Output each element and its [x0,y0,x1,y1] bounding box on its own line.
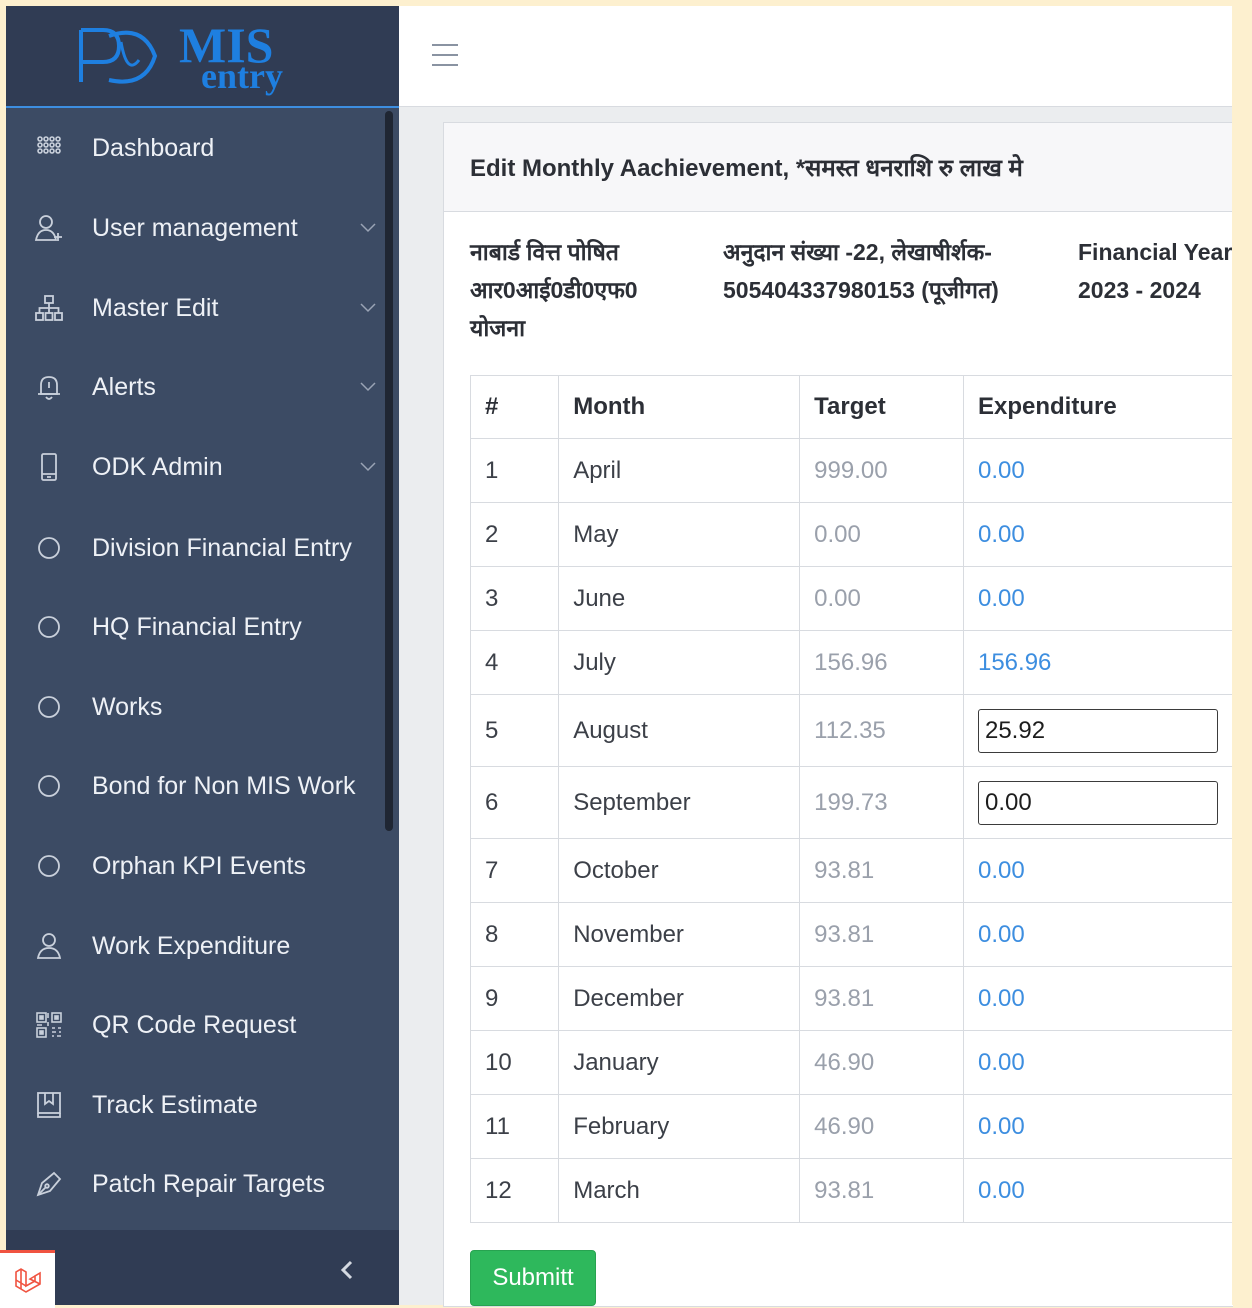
expenditure-link[interactable]: 0.00 [978,1177,1025,1204]
circle-icon [6,694,92,720]
expenditure-link[interactable]: 0.00 [978,985,1025,1012]
sidebar-item-label: Master Edit [92,293,219,322]
grant-info: अनुदान संख्या -22, लेखाषीर्शक- 505404337… [723,239,999,303]
submit-button[interactable]: Submitt [470,1250,596,1306]
hamburger-icon[interactable] [432,44,458,66]
table-row: 2 May 0.00 0.00 [469,502,1234,567]
sidebar-item-division-financial-entry[interactable]: Division Financial Entry [6,508,388,588]
expenditure-link[interactable]: 0.00 [978,521,1025,548]
sidebar-item-label: ODK Admin [92,452,223,481]
laravel-icon[interactable] [0,1250,55,1308]
circle-icon [6,535,92,561]
grid-icon [6,133,92,163]
sidebar-item-label: Division Financial Entry [92,533,352,562]
column-header: Expenditure [962,375,1234,439]
expenditure-link[interactable]: 0.00 [978,857,1025,884]
table-row: 9 December 93.81 0.00 [469,966,1234,1031]
sidebar-item-works[interactable]: Works [6,667,388,747]
mobile-icon [6,452,92,482]
chevron-left-icon [340,1260,353,1280]
achievement-table: # Month Target Expenditure 1 April 999.00… [469,375,1234,1223]
user-plus-icon [6,213,92,243]
expenditure-input[interactable] [977,780,1218,825]
sidebar-item-odk-admin[interactable]: ODK Admin [6,427,388,507]
chevron-down-icon [348,462,388,472]
sidebar-item-track-estimate[interactable]: Track Estimate [6,1065,388,1145]
sidebar-item-qr-code-request[interactable]: QR Code Request [6,985,388,1065]
chevron-down-icon [348,303,388,313]
sidebar-item-label: Orphan KPI Events [92,851,307,880]
table-row: 8 November 93.81 0.00 [469,902,1234,967]
table-row: 11 February 46.90 0.00 [469,1094,1234,1159]
sidebar-item-orphan-kpi-events[interactable]: Orphan KPI Events [6,826,388,906]
sitemap-icon [6,293,92,323]
sidebar-item-label: Alerts [92,372,156,401]
column-header: # [469,375,560,439]
right-border [1232,0,1252,1305]
sidebar-scrollbar[interactable] [385,111,393,831]
table-row: 3 June 0.00 0.00 [469,566,1234,631]
table-header-row: # Month Target Expenditure [469,375,1234,439]
circle-icon [6,853,92,879]
table-row: 12 March 93.81 0.00 [469,1158,1234,1223]
sidebar-item-master-edit[interactable]: Master Edit [6,268,388,348]
sidebar-item-label: Dashboard [92,133,215,162]
sidebar-item-label: Track Estimate [92,1090,258,1119]
monthly-achievement-card: Edit Monthly Aachievement, *समस्त धनराशि… [443,122,1234,1307]
user-icon [6,931,92,961]
sidebar-item-dashboard[interactable]: Dashboard [6,108,388,188]
sidebar-item-label: QR Code Request [92,1010,297,1039]
logo-sub: entry [201,56,283,96]
sidebar-item-label: User management [92,213,298,242]
sidebar-item-label: Patch Repair Targets [92,1169,325,1198]
circle-icon [6,773,92,799]
pen-icon [6,1169,92,1199]
sidebar-item-label: Bond for Non MIS Work [92,771,356,800]
financial-year: Financial Year 2023 - 2024 [1078,239,1233,303]
table-row: 4 July 156.96 156.96 [469,630,1234,695]
sidebar-item-work-expenditure[interactable]: Work Expenditure [6,906,388,986]
table-row: 5 August 112.35 [469,694,1234,767]
sidebar-item-alerts[interactable]: Alerts [6,347,388,427]
brand-logo[interactable]: MIS entry [6,6,399,108]
expenditure-link[interactable]: 0.00 [978,921,1025,948]
circle-icon [6,614,92,640]
expenditure-link[interactable]: 0.00 [978,457,1025,484]
sidebar-item-hq-financial-entry[interactable]: HQ Financial Entry [6,587,388,667]
expenditure-link[interactable]: 0.00 [978,1113,1025,1140]
table-row: 6 September 199.73 [469,766,1234,839]
sidebar-item-patch-repair-targets[interactable]: Patch Repair Targets [6,1144,388,1224]
column-header: Month [558,375,801,439]
table-row: 7 October 93.81 0.00 [469,838,1234,903]
qr-code-icon [6,1010,92,1040]
expenditure-link[interactable]: 0.00 [978,1049,1025,1076]
expenditure-link[interactable]: 156.96 [978,649,1051,676]
sidebar-item-user-management[interactable]: User management [6,188,388,268]
bell-icon [6,372,92,402]
chevron-down-icon [348,382,388,392]
card-title: Edit Monthly Aachievement, *समस्त धनराशि… [444,123,1233,212]
top-header [399,6,1232,107]
expenditure-link[interactable]: 0.00 [978,585,1025,612]
column-header: Target [799,375,964,439]
sidebar-item-bond-for-non-mis-work[interactable]: Bond for Non MIS Work [6,746,388,826]
expenditure-input[interactable] [977,708,1218,753]
sidebar-toggle-button[interactable] [326,1250,366,1290]
chevron-down-icon [348,223,388,233]
sidebar-footer [6,1230,399,1305]
sidebar: MIS entry Dashboard User management Mast… [6,6,399,1305]
table-row: 10 January 46.90 0.00 [469,1030,1234,1095]
sidebar-item-label: Work Expenditure [92,931,291,960]
sidebar-item-label: Works [92,692,163,721]
scheme-name: नाबार्ड वित्त पोषित आर0आई0डी0एफ0 योजना [470,239,638,341]
table-row: 1 April 999.00 0.00 [469,438,1234,503]
sidebar-item-label: HQ Financial Entry [92,612,302,641]
book-icon [6,1090,92,1120]
